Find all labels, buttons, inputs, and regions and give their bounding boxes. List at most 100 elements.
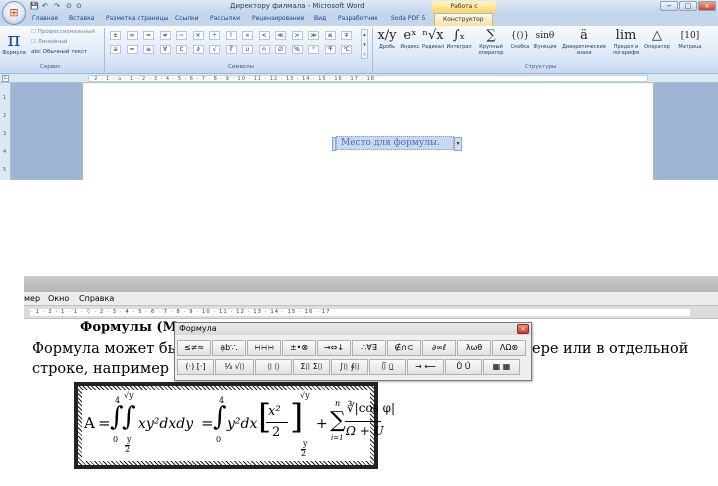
symbol-button[interactable]: √ — [209, 45, 220, 54]
tab-references[interactable]: Ссылки — [175, 15, 199, 22]
palette-button[interactable]: λωθ — [457, 340, 491, 356]
formula-symbol: A — [84, 414, 95, 432]
symbols-scroll[interactable]: ▴ ▾ ▿ — [361, 29, 368, 59]
menu-item-window[interactable]: Окно — [48, 294, 69, 303]
structure-button[interactable]: x/y Дробь — [376, 28, 398, 50]
symbol-button[interactable]: ≪ — [275, 31, 286, 40]
symbol-button[interactable]: ~ — [176, 31, 187, 40]
palette-button[interactable]: ∂∞ℓ — [422, 340, 456, 356]
palette-button[interactable]: ⅓ √⌷ — [215, 359, 254, 375]
symbol-button[interactable]: ≈ — [126, 45, 138, 54]
palette-button[interactable]: ạb∵. — [212, 340, 246, 356]
symbol-button[interactable]: < — [258, 31, 270, 40]
option-normal-text[interactable]: abc Обычный текст — [31, 49, 87, 55]
menu-item-view[interactable]: мер — [24, 294, 40, 303]
formula-placeholder[interactable]: Место для формулы. ▾ — [332, 136, 462, 151]
redo-icon[interactable]: ↷ — [54, 2, 60, 10]
save-icon[interactable]: 💾 — [30, 2, 39, 10]
symbol-button[interactable]: ÷ — [209, 31, 220, 40]
palette-button[interactable]: ∴∀∃ — [352, 340, 386, 356]
symbol-button[interactable]: ! — [225, 31, 237, 40]
tab-page-layout[interactable]: Разметка страницы — [106, 15, 168, 22]
symbol-button[interactable]: ≤ — [324, 31, 336, 40]
symbol-button[interactable]: ∞ — [126, 31, 138, 40]
minimize-button[interactable]: − — [660, 1, 678, 11]
office-button[interactable]: ⊞ — [2, 1, 26, 25]
structure-button[interactable]: ∫ₓ Интеграл — [446, 28, 472, 50]
symbol-button[interactable]: ≡ — [143, 45, 154, 54]
tab-home[interactable]: Главная — [32, 15, 58, 22]
structure-button[interactable]: sinθ Функция — [533, 28, 557, 50]
symbol-button[interactable]: ≅ — [110, 45, 121, 54]
horizontal-ruler: · 1 · 2 · 1 · 1 · ▽ · 2 · 3 · 4 · 5 · 6 … — [24, 305, 718, 319]
structure-label: Скобка — [510, 44, 530, 50]
menu-item-help[interactable]: Справка — [79, 294, 114, 303]
option-linear[interactable]: ☐ Линейный — [31, 39, 67, 45]
structure-button[interactable]: eˣ Индекс — [400, 28, 420, 50]
structure-button[interactable]: ∑ Крупный оператор — [475, 28, 507, 56]
palette-button[interactable]: ΛΩ⊛ — [492, 340, 526, 356]
symbol-button[interactable]: ± — [110, 31, 121, 40]
symbol-button[interactable]: ∁ — [176, 45, 187, 54]
palette-button[interactable]: ±•⊗ — [282, 340, 316, 356]
symbol-button[interactable]: ℃ — [341, 45, 352, 54]
palette-button[interactable]: ∺∺∺ — [247, 340, 281, 356]
symbol-button[interactable]: % — [291, 45, 303, 54]
tab-view[interactable]: Вид — [314, 15, 326, 22]
structure-button[interactable]: ä Диакритические знаки — [560, 28, 608, 56]
palette-button[interactable]: Ů Ű — [445, 359, 482, 375]
structure-button[interactable]: {()} Скобка — [510, 28, 530, 50]
symbol-button[interactable]: ∩ — [258, 45, 270, 54]
symbol-button[interactable]: ∀ — [159, 45, 171, 54]
formula-palette[interactable]: Формула × ≤≠≈ ạb∵. ∺∺∺ ±•⊗ →⇔↓ ∴∀∃ ∉∩⊂ ∂∞ℓ λωθ ΛΩ… — [174, 322, 532, 381]
palette-button[interactable]: Σ⌷ Σ⌷ — [293, 359, 330, 375]
tab-mailings[interactable]: Рассылки — [210, 15, 240, 22]
symbol-button[interactable]: ∂ — [192, 45, 204, 54]
qat-dropdown-icon[interactable]: ⊙ — [76, 2, 82, 10]
close-icon[interactable]: × — [517, 324, 529, 334]
palette-button[interactable]: ∫⌷ ∮⌷ — [331, 359, 368, 375]
symbol-button[interactable]: > — [291, 31, 303, 40]
structure-button[interactable]: lim Предел и логарифм — [612, 28, 640, 56]
tab-review[interactable]: Рецензирование — [252, 15, 304, 22]
undo-icon[interactable]: ↶ — [42, 2, 48, 10]
palette-title[interactable]: Формула — [175, 323, 531, 335]
symbol-button[interactable]: ∝ — [242, 31, 253, 40]
palette-button[interactable]: ∉∩⊂ — [387, 340, 421, 356]
tab-soda-pdf[interactable]: Soda PDF 5 — [391, 15, 425, 22]
symbol-button[interactable]: × — [192, 31, 204, 40]
palette-button[interactable]: ⌷̅ ⌷̲ — [369, 359, 406, 375]
symbol-button[interactable]: ∅ — [275, 45, 286, 54]
palette-button[interactable]: ▦ ▦ — [483, 359, 520, 375]
palette-button[interactable]: →⇔↓ — [317, 340, 351, 356]
symbol-button[interactable]: ℉ — [324, 45, 336, 54]
tab-design[interactable]: Конструктор — [434, 13, 493, 26]
formula-move-handle[interactable] — [332, 137, 336, 151]
structure-button[interactable]: △ Оператор — [643, 28, 671, 50]
symbol-button[interactable]: ≠ — [159, 31, 171, 40]
symbol-button[interactable]: ∓ — [341, 31, 352, 40]
palette-button[interactable]: → ⟵ — [407, 359, 444, 375]
symbol-button[interactable]: ≫ — [308, 31, 319, 40]
symbol-button[interactable]: ∛ — [225, 45, 237, 54]
qat-icon[interactable]: ⊙ — [66, 2, 72, 10]
symbol-button[interactable]: ∪ — [242, 45, 253, 54]
close-button[interactable]: × — [698, 1, 716, 11]
structure-button[interactable]: ⁿ√x Радикал — [422, 28, 444, 50]
maximize-button[interactable]: □ — [679, 1, 697, 11]
palette-button[interactable]: ⌷̇ ⌷̣ — [255, 359, 292, 375]
tab-developer[interactable]: Разработчик — [338, 15, 378, 22]
symbol-button[interactable]: ° — [308, 45, 319, 54]
structure-button[interactable]: [10] Матрица — [675, 28, 705, 50]
formula-options-dropdown[interactable]: ▾ — [454, 137, 462, 151]
palette-button[interactable]: ≤≠≈ — [177, 340, 211, 356]
option-professional[interactable]: ☐ Профессиональный — [31, 29, 95, 35]
palette-button[interactable]: (·) [·] — [177, 359, 214, 375]
formula-button[interactable]: π Формула — [2, 28, 26, 56]
symbol-button[interactable]: = — [143, 31, 154, 40]
tab-selector-icon[interactable]: L — [2, 75, 9, 82]
document-page[interactable]: Место для формулы. ▾ — [83, 83, 653, 180]
formula-object[interactable]: A = ∫ 4 0 ∫ √y y 2 xy²dxdy = ∫ 4 0 y²dx … — [74, 382, 395, 469]
option-professional-label: Профессиональный — [37, 29, 95, 35]
tab-insert[interactable]: Вставка — [69, 15, 94, 22]
